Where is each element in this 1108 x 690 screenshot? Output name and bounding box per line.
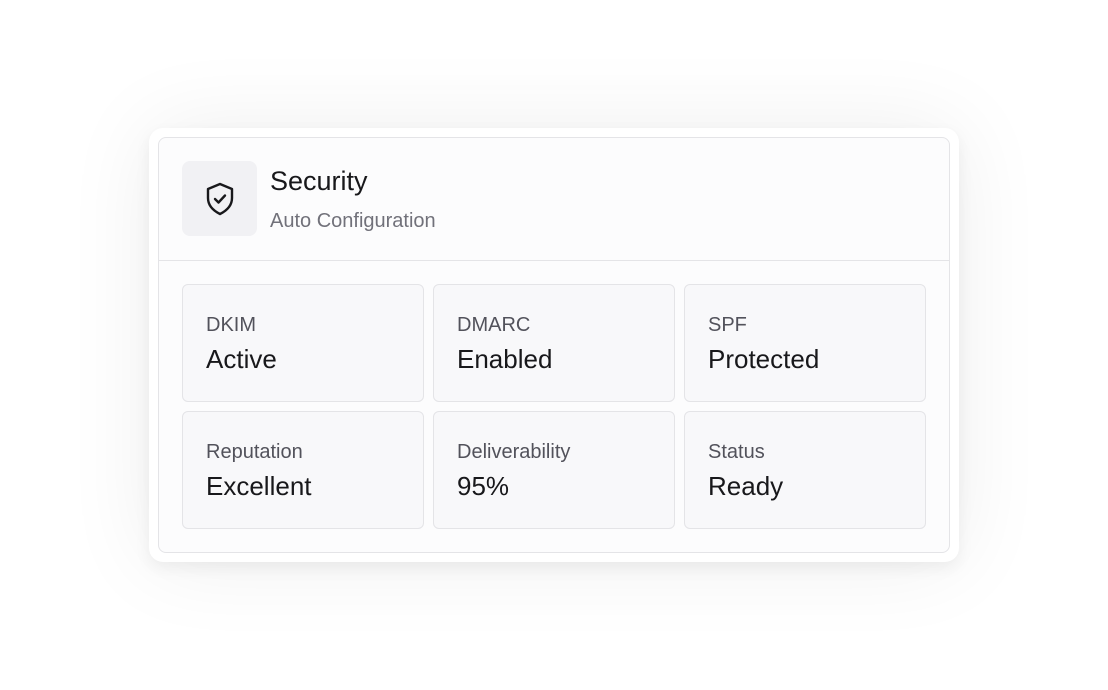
stats-grid: DKIM Active DMARC Enabled SPF Protected … <box>182 284 926 529</box>
tile-label: Status <box>708 441 765 463</box>
security-card: Security Auto Configuration DKIM Active … <box>158 137 950 553</box>
tile-label: DKIM <box>206 314 256 336</box>
shield-check-icon <box>206 182 233 215</box>
icon-container <box>182 161 257 236</box>
tile-value: 95% <box>457 471 510 501</box>
tile-value: Enabled <box>457 344 553 374</box>
card-subtitle: Auto Configuration <box>270 210 436 232</box>
tile-value: Excellent <box>206 471 312 501</box>
tile-label: DMARC <box>457 314 531 336</box>
card-header: Security Auto Configuration <box>159 138 949 261</box>
tile-value: Active <box>206 344 277 374</box>
tile-dmarc: DMARC Enabled <box>433 284 675 402</box>
tile-label: Reputation <box>206 441 303 463</box>
tile-deliverability: Deliverability 95% <box>433 411 675 529</box>
tile-status: Status Ready <box>684 411 926 529</box>
tile-spf: SPF Protected <box>684 284 926 402</box>
tile-reputation: Reputation Excellent <box>182 411 424 529</box>
tile-value: Ready <box>708 471 784 501</box>
tile-label: Deliverability <box>457 441 571 463</box>
card-title: Security <box>270 166 368 196</box>
tile-dkim: DKIM Active <box>182 284 424 402</box>
tile-label: SPF <box>708 314 747 336</box>
tile-value: Protected <box>708 344 820 374</box>
